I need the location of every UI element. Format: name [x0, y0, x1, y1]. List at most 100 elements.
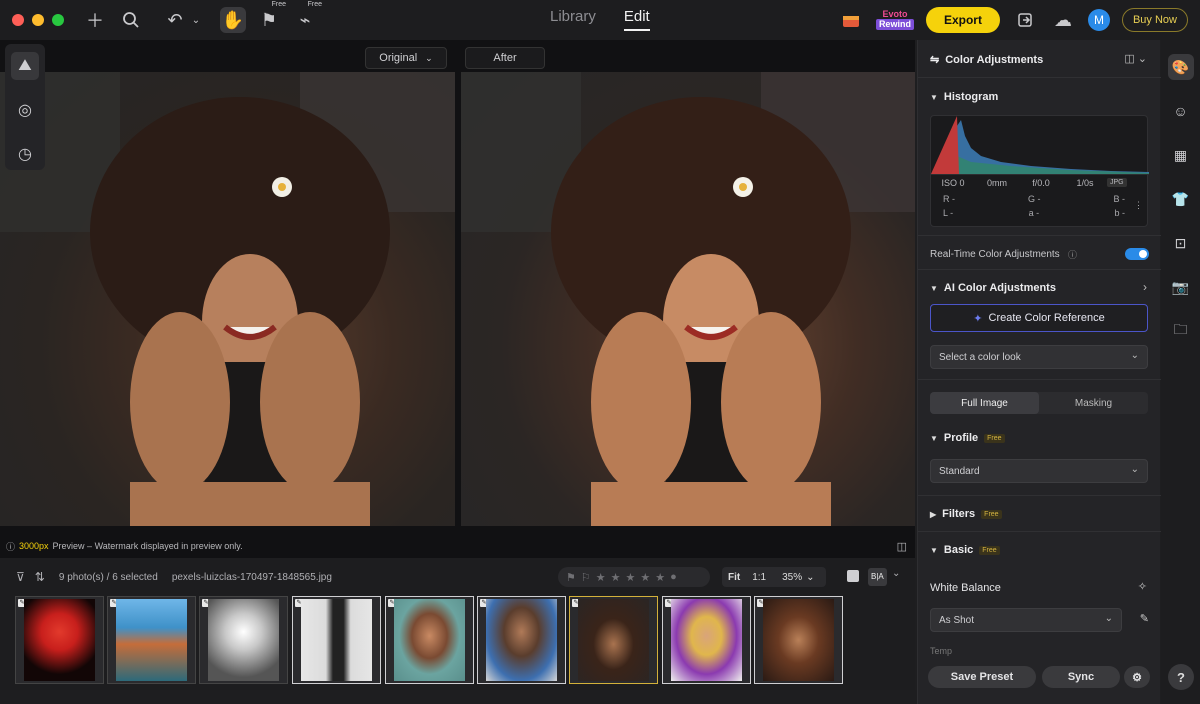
sort-icon[interactable]: ⇅	[35, 570, 45, 584]
image-canvas[interactable]: Original ⌄ After ⓘ 3000px Preview – Wate…	[0, 40, 915, 558]
maximize-window-button[interactable]	[52, 14, 64, 26]
mode-tabs: Library Edit	[550, 8, 650, 31]
landscape-tool-icon[interactable]: ⛰	[11, 52, 39, 80]
sync-settings-icon[interactable]: ⚙	[1124, 666, 1150, 688]
tab-library[interactable]: Library	[550, 8, 596, 31]
original-dropdown[interactable]: Original ⌄	[365, 47, 447, 69]
filter-icon[interactable]: ⊽	[16, 570, 25, 584]
layout-toggle-icon[interactable]: ◫ ⌄	[1124, 52, 1147, 65]
help-button[interactable]: ?	[1168, 664, 1194, 690]
face-icon[interactable]: ☺	[1168, 98, 1194, 124]
thumbnail[interactable]: ✎	[754, 596, 843, 684]
profile-section: ▼ Profile Free Standard ⌄	[918, 422, 1161, 496]
before-after-toggle[interactable]: B|A	[868, 568, 887, 586]
crop-icon[interactable]: ⊡	[1168, 230, 1194, 256]
chevron-right-icon[interactable]: ›	[1143, 280, 1147, 294]
hand-tool-icon[interactable]: ✋	[220, 7, 246, 33]
search-icon[interactable]	[118, 7, 144, 33]
chevron-down-icon[interactable]: ⌄	[892, 568, 900, 579]
close-window-button[interactable]	[12, 14, 24, 26]
eyedropper-icon[interactable]: ✎	[1140, 612, 1149, 625]
folder-icon[interactable]: 🗀	[1168, 318, 1194, 344]
panel-header: ⇋ Color Adjustments ◫ ⌄	[918, 40, 1161, 78]
before-photo[interactable]	[0, 72, 455, 526]
left-tool-rail: ⛰ ◎ ◷	[5, 44, 45, 170]
thumbnail-current[interactable]: ✎	[569, 596, 658, 684]
color-look-select[interactable]: Select a color look ⌄	[930, 345, 1148, 369]
thumbnail[interactable]: ✎	[199, 596, 288, 684]
thumbnail[interactable]: ✎	[292, 596, 381, 684]
buy-now-button[interactable]: Buy Now	[1121, 8, 1188, 32]
expand-triangle-icon[interactable]: ▶	[930, 510, 936, 519]
undo-history-chevron-icon[interactable]: ⌄	[188, 7, 204, 33]
after-photo[interactable]	[461, 72, 915, 526]
more-options-icon[interactable]: ⋮	[1134, 200, 1143, 211]
export-button[interactable]: Export	[925, 7, 1000, 33]
rewind-line1: Evoto	[882, 9, 908, 19]
thumbnail[interactable]: ✎	[662, 596, 751, 684]
save-preset-button[interactable]: Save Preset	[928, 666, 1036, 688]
tab-edit[interactable]: Edit	[623, 8, 650, 31]
create-color-reference-button[interactable]: ✦ Create Color Reference	[930, 304, 1148, 332]
flag-icon[interactable]: ⚑	[566, 571, 576, 584]
shirt-icon[interactable]: 👕	[1168, 186, 1194, 212]
chevron-down-icon: ⌄	[1130, 464, 1139, 475]
export-panel-icon[interactable]	[1012, 7, 1038, 33]
fit-button[interactable]: Fit	[722, 572, 746, 583]
single-view-icon[interactable]	[847, 570, 859, 582]
zoom-level[interactable]: 35%	[772, 572, 806, 583]
chevron-down-icon[interactable]: ⌄	[806, 572, 814, 583]
star-5-icon[interactable]: ★	[655, 571, 665, 584]
thumbnail[interactable]: ✎	[477, 596, 566, 684]
realtime-toggle[interactable]	[1125, 248, 1149, 260]
preview-notice: ⓘ 3000px Preview – Watermark displayed i…	[0, 536, 915, 556]
color-label-icon[interactable]: ●	[670, 571, 677, 583]
preview-note: Preview – Watermark displayed in preview…	[52, 541, 243, 551]
collapse-triangle-icon[interactable]: ▼	[930, 93, 938, 102]
star-3-icon[interactable]: ★	[626, 571, 636, 584]
preview-resolution: 3000px	[19, 541, 49, 551]
rating-bar: ⚑ ⚐ ★ ★ ★ ★ ★ ●	[558, 567, 710, 587]
collapse-triangle-icon[interactable]: ▼	[930, 284, 938, 293]
gift-icon[interactable]	[838, 7, 864, 33]
avatar[interactable]: M	[1087, 9, 1110, 31]
one-to-one-button[interactable]: 1:1	[746, 572, 772, 583]
star-4-icon[interactable]: ★	[640, 571, 650, 584]
cloud-icon[interactable]: ☁	[1050, 7, 1076, 33]
grid-icon[interactable]: ▦	[1168, 142, 1194, 168]
retouch-brush-icon[interactable]: ⚑ Free	[256, 1, 286, 33]
realtime-section: Real-Time Color Adjustments ⓘ	[918, 238, 1161, 270]
star-2-icon[interactable]: ★	[611, 571, 621, 584]
thumbnail[interactable]: ✎	[107, 596, 196, 684]
palette-icon[interactable]: 🎨	[1167, 54, 1194, 80]
texture-tool-icon[interactable]: ◎	[11, 96, 39, 124]
add-icon[interactable]: ＋	[82, 7, 108, 33]
thumbnail[interactable]: ✎	[385, 596, 474, 684]
sync-button[interactable]: Sync	[1042, 666, 1120, 688]
auto-magic-icon[interactable]: ✧	[1138, 580, 1147, 593]
after-label: After	[465, 47, 545, 69]
full-image-tab[interactable]: Full Image	[930, 392, 1039, 414]
history-clock-icon[interactable]: ◷	[11, 140, 39, 168]
lab-b-readout: b -	[1114, 208, 1125, 218]
filters-section[interactable]: ▶ Filters Free	[918, 496, 1161, 532]
thumbnail[interactable]: ✎	[15, 596, 104, 684]
collapse-triangle-icon[interactable]: ▼	[930, 434, 938, 443]
evoto-rewind-badge[interactable]: Evoto Rewind	[875, 9, 914, 30]
color-adjustments-panel: ⇋ Color Adjustments ◫ ⌄ ▼ Histogram ISO …	[917, 40, 1161, 704]
white-balance-select[interactable]: As Shot ⌄	[930, 608, 1122, 632]
masking-tab[interactable]: Masking	[1039, 392, 1148, 414]
chevron-down-icon: ⌄	[425, 52, 433, 63]
profile-select[interactable]: Standard ⌄	[930, 459, 1148, 483]
star-1-icon[interactable]: ★	[596, 571, 606, 584]
undo-icon[interactable]: ↶	[162, 7, 188, 33]
split-view-icon[interactable]: ◫	[897, 540, 907, 553]
minimize-window-button[interactable]	[32, 14, 44, 26]
white-balance-value: As Shot	[939, 614, 975, 626]
camera-icon[interactable]: 📷	[1168, 274, 1194, 300]
help-circle-icon[interactable]: ⓘ	[1068, 248, 1077, 261]
focal-value: 0mm	[987, 177, 1007, 188]
patch-tool-icon[interactable]: ⌁ Free	[292, 1, 322, 33]
reject-flag-icon[interactable]: ⚐	[581, 571, 591, 584]
collapse-triangle-icon[interactable]: ▼	[930, 546, 938, 555]
